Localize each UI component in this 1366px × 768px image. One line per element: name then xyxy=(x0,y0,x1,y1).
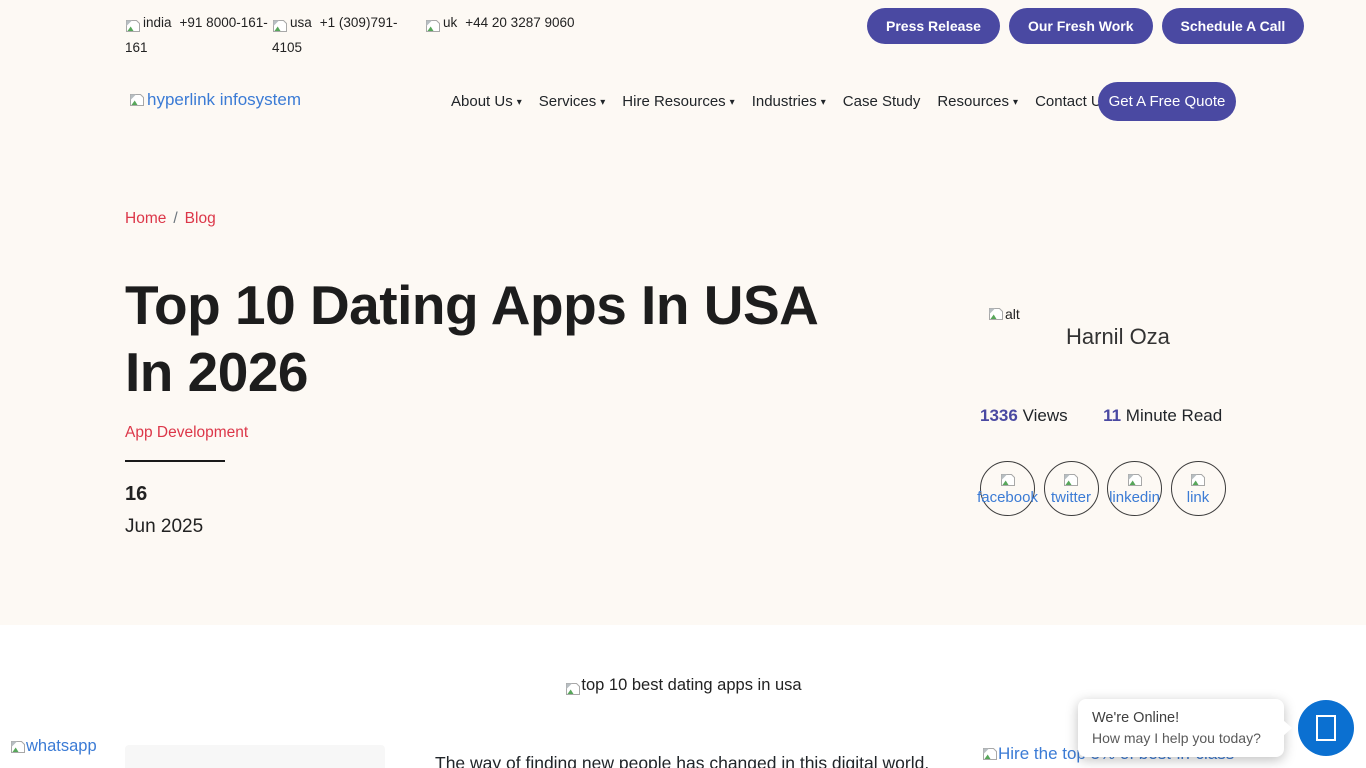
broken-image-icon xyxy=(1127,472,1143,488)
read-time-label: Minute Read xyxy=(1126,406,1222,425)
chat-status-text: We're Online! xyxy=(1092,708,1270,728)
share-buttons: facebook twitter linkedin link xyxy=(980,461,1226,516)
our-fresh-work-button[interactable]: Our Fresh Work xyxy=(1009,8,1153,44)
share-linkedin-button[interactable]: linkedin xyxy=(1107,461,1162,516)
category-link[interactable]: App Development xyxy=(125,424,248,442)
chat-launcher-button[interactable] xyxy=(1298,700,1354,756)
post-date-day: 16 xyxy=(125,483,147,506)
get-a-free-quote-button[interactable]: Get A Free Quote xyxy=(1098,82,1236,121)
breadcrumb-blog[interactable]: Blog xyxy=(185,210,216,227)
chevron-down-icon: ▾ xyxy=(1013,97,1018,108)
nav-about-us[interactable]: About Us▾ xyxy=(451,93,522,110)
nav-hire-resources[interactable]: Hire Resources▾ xyxy=(622,93,734,110)
main-nav: About Us▾ Services▾ Hire Resources▾ Indu… xyxy=(451,93,1109,110)
topbar-buttons: Press Release Our Fresh Work Schedule A … xyxy=(867,8,1304,44)
post-meta: 1336 Views 11 Minute Read xyxy=(980,406,1222,426)
contact-uk: uk +44 20 3287 9060 xyxy=(425,10,575,35)
broken-image-icon xyxy=(129,92,145,108)
share-facebook-button[interactable]: facebook xyxy=(980,461,1035,516)
breadcrumb-separator: / xyxy=(173,210,177,227)
contact-india: india+91 8000-161-161 xyxy=(125,10,277,60)
chevron-down-icon: ▾ xyxy=(517,97,522,108)
broken-image-icon xyxy=(125,18,141,34)
broken-image-icon xyxy=(1190,472,1206,488)
broken-image-icon xyxy=(425,18,441,34)
read-time-count: 11 xyxy=(1103,406,1121,425)
chevron-down-icon: ▾ xyxy=(821,97,826,108)
nav-case-study[interactable]: Case Study xyxy=(843,93,921,110)
broken-image-icon xyxy=(565,681,581,697)
avatar-alt-text: alt xyxy=(1005,306,1020,322)
page-title: Top 10 Dating Apps In USA In 2026 xyxy=(125,272,870,406)
post-date-month-year: Jun 2025 xyxy=(125,516,203,538)
views-count: 1336 xyxy=(980,406,1018,425)
flag-usa-alt: usa xyxy=(290,15,312,30)
broken-image-icon xyxy=(1000,472,1016,488)
views-label: Views xyxy=(1023,406,1068,425)
facebook-alt-text: facebook xyxy=(977,490,1038,505)
breadcrumb: Home / Blog xyxy=(125,210,216,228)
share-twitter-button[interactable]: twitter xyxy=(1044,461,1099,516)
whatsapp-alt-text: whatsapp xyxy=(26,737,97,756)
contact-usa: usa+1 (309)791-4105 xyxy=(272,10,406,60)
author-avatar: alt xyxy=(988,306,1020,322)
broken-image-icon xyxy=(988,306,1004,322)
nav-services[interactable]: Services▾ xyxy=(539,93,606,110)
author-name: Harnil Oza xyxy=(1066,324,1170,350)
logo-alt-text: hyperlink infosystem xyxy=(147,90,301,110)
chevron-down-icon: ▾ xyxy=(600,97,605,108)
chat-tooltip[interactable]: We're Online! How may I help you today? xyxy=(1078,699,1284,757)
flag-uk-alt: uk xyxy=(443,15,457,30)
twitter-alt-text: twitter xyxy=(1051,490,1091,505)
share-copy-link-button[interactable]: link xyxy=(1171,461,1226,516)
press-release-button[interactable]: Press Release xyxy=(867,8,1000,44)
schedule-a-call-button[interactable]: Schedule A Call xyxy=(1162,8,1305,44)
broken-image-icon xyxy=(982,746,998,762)
tooltip-arrow xyxy=(1283,720,1292,736)
chat-question-text: How may I help you today? xyxy=(1092,728,1270,748)
broken-image-icon xyxy=(10,739,26,755)
copy-link-alt-text: link xyxy=(1187,490,1210,505)
breadcrumb-home[interactable]: Home xyxy=(125,210,166,227)
nav-resources[interactable]: Resources▾ xyxy=(937,93,1018,110)
hero-image-alt-text: top 10 best dating apps in usa xyxy=(581,676,801,694)
flag-india-alt: india xyxy=(143,15,172,30)
nav-industries[interactable]: Industries▾ xyxy=(752,93,826,110)
article-paragraph: The way of finding new people has change… xyxy=(435,749,932,768)
table-of-contents-card xyxy=(125,745,385,768)
phone-uk[interactable]: +44 20 3287 9060 xyxy=(465,15,574,30)
page: india+91 8000-161-161 usa+1 (309)791-410… xyxy=(0,0,1366,768)
broken-image-icon xyxy=(272,18,288,34)
chevron-down-icon: ▾ xyxy=(730,97,735,108)
category-underline xyxy=(125,460,225,462)
logo-link[interactable]: hyperlink infosystem xyxy=(129,90,301,110)
hero-image-placeholder: top 10 best dating apps in usa xyxy=(435,676,932,695)
whatsapp-button[interactable]: whatsapp xyxy=(10,737,97,756)
linkedin-alt-text: linkedin xyxy=(1109,490,1160,505)
chat-icon xyxy=(1316,715,1336,741)
broken-image-icon xyxy=(1063,472,1079,488)
